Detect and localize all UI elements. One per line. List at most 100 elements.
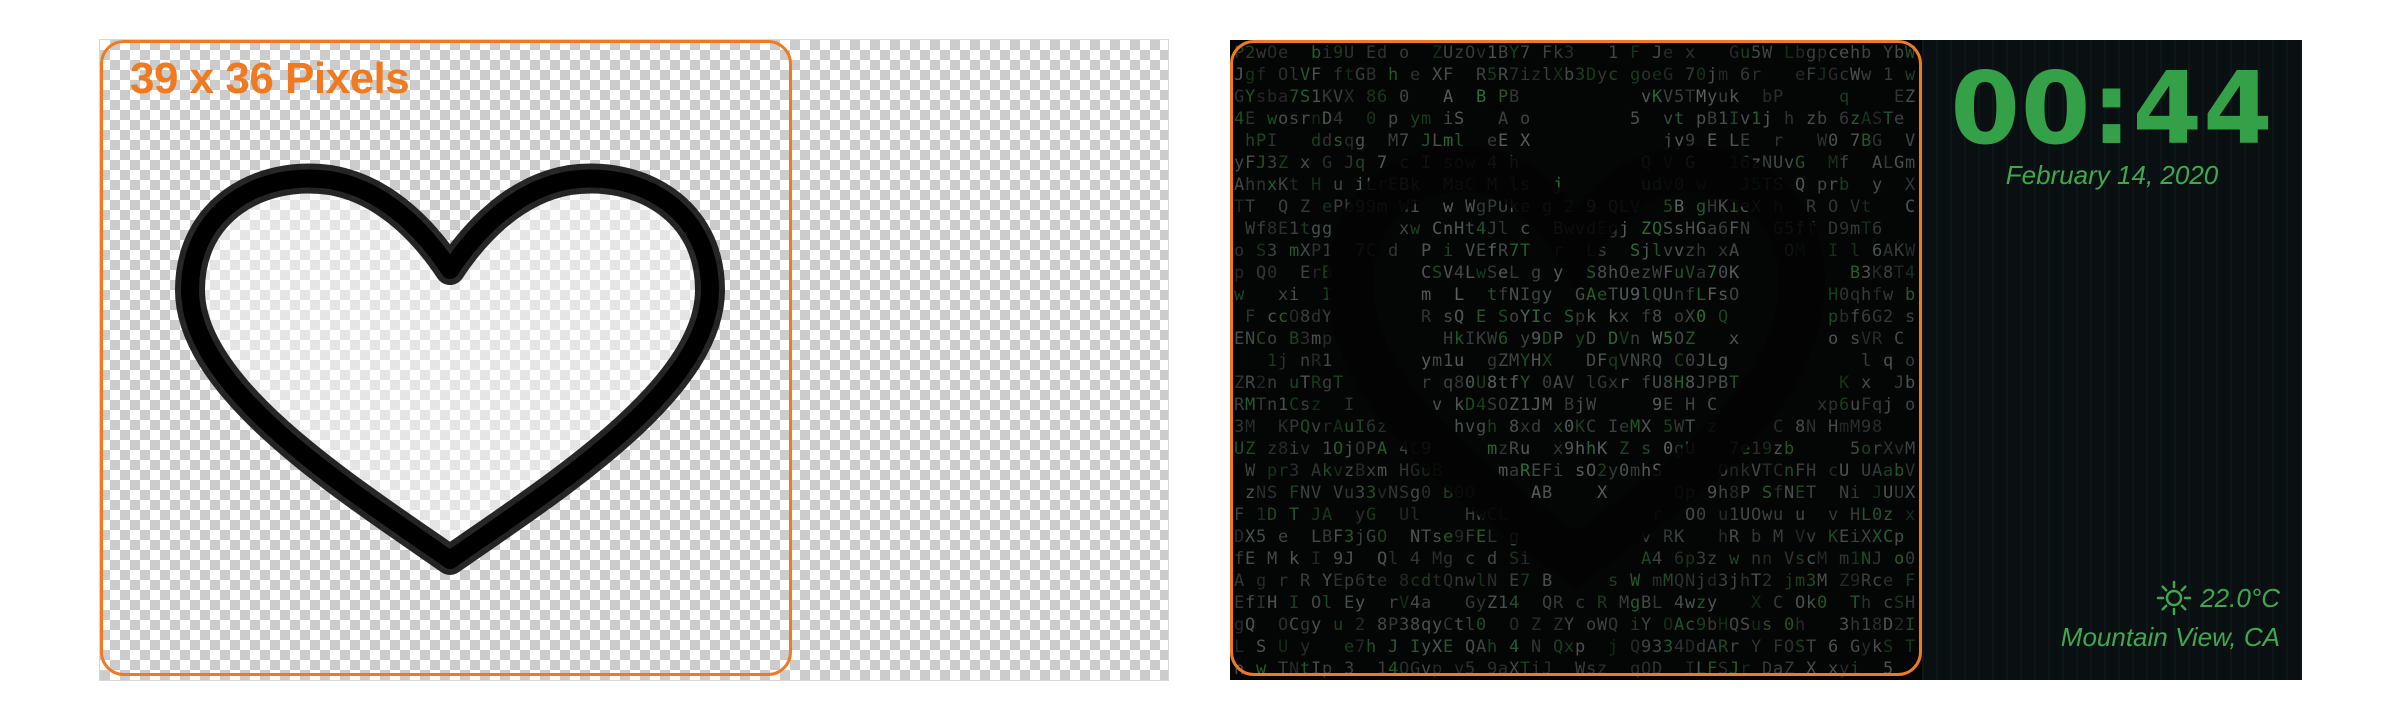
matrix-glyph: 6 xyxy=(1872,219,1882,239)
matrix-glyph: A xyxy=(1872,461,1882,481)
matrix-glyph: v xyxy=(1674,241,1684,261)
matrix-glyph: C xyxy=(1289,615,1299,635)
matrix-glyph: l xyxy=(1465,615,1475,635)
matrix-glyph: G xyxy=(1872,131,1882,151)
matrix-glyph: T xyxy=(1905,637,1915,657)
matrix-glyph: J xyxy=(1531,395,1541,415)
matrix-glyph: D xyxy=(1267,505,1277,525)
matrix-glyph: 4 xyxy=(1509,637,1519,657)
matrix-glyph: J xyxy=(1872,549,1882,569)
matrix-glyph: 7 xyxy=(1289,87,1299,107)
matrix-glyph: p xyxy=(1322,659,1332,679)
matrix-glyph: M xyxy=(1432,549,1442,569)
matrix-glyph: N xyxy=(1289,659,1299,679)
matrix-glyph: T xyxy=(1289,505,1299,525)
matrix-glyph: 0 xyxy=(1619,461,1629,481)
matrix-glyph: b xyxy=(1905,285,1915,305)
matrix-glyph: 3 xyxy=(1839,615,1849,635)
matrix-glyph: 4 xyxy=(1652,549,1662,569)
matrix-glyph: P xyxy=(1487,197,1497,217)
matrix-glyph: q xyxy=(1630,659,1640,679)
matrix-glyph: 0 xyxy=(1366,109,1376,129)
matrix-glyph: P xyxy=(1740,483,1750,503)
matrix-glyph: K xyxy=(1839,373,1850,393)
matrix-glyph: h xyxy=(1850,615,1860,635)
matrix-glyph: 1 xyxy=(1520,395,1530,415)
matrix-glyph: 1 xyxy=(1322,351,1332,371)
matrix-glyph: 8 xyxy=(1366,87,1376,107)
matrix-glyph: S xyxy=(1718,659,1728,679)
matrix-glyph: w xyxy=(1443,197,1454,217)
matrix-glyph: k xyxy=(1586,307,1596,327)
matrix-glyph: z xyxy=(1597,659,1607,679)
matrix-glyph: q xyxy=(1883,351,1893,371)
matrix-glyph: O xyxy=(1399,659,1409,679)
matrix-glyph: V xyxy=(1300,65,1310,85)
matrix-glyph: N xyxy=(1839,483,1849,503)
matrix-glyph: 2 xyxy=(1894,615,1904,635)
matrix-glyph: A xyxy=(1674,615,1684,635)
matrix-glyph: E xyxy=(1300,263,1310,283)
matrix-glyph: e xyxy=(1619,417,1629,437)
matrix-glyph: E xyxy=(1234,329,1244,349)
matrix-glyph: c xyxy=(1410,571,1420,591)
matrix-glyph: V xyxy=(1465,241,1475,261)
matrix-glyph: c xyxy=(1839,65,1849,85)
matrix-glyph: Y xyxy=(1509,43,1519,63)
matrix-glyph: F xyxy=(1333,527,1343,547)
matrix-glyph: v xyxy=(1421,659,1431,679)
matrix-glyph: f xyxy=(1245,593,1255,613)
matrix-glyph: 1 xyxy=(1850,549,1860,569)
matrix-glyph: V xyxy=(1399,593,1409,613)
matrix-glyph: m xyxy=(1421,285,1431,305)
matrix-glyph: C xyxy=(1256,329,1266,349)
matrix-glyph: F xyxy=(1729,219,1739,239)
matrix-glyph: O xyxy=(1267,43,1277,63)
matrix-glyph: v xyxy=(1300,439,1310,459)
matrix-glyph: i xyxy=(1443,241,1453,261)
matrix-glyph: h xyxy=(1861,285,1871,305)
matrix-glyph: G xyxy=(1366,527,1376,547)
matrix-glyph: J xyxy=(1388,637,1398,657)
matrix-glyph: q xyxy=(1872,395,1882,415)
matrix-glyph: y xyxy=(1520,329,1530,349)
matrix-glyph: P xyxy=(1707,373,1717,393)
matrix-glyph: 5 xyxy=(1256,527,1266,547)
matrix-glyph: S xyxy=(1630,241,1640,261)
matrix-glyph: w xyxy=(1256,659,1267,679)
matrix-glyph: F xyxy=(1630,43,1640,63)
matrix-glyph: Z xyxy=(1641,219,1651,239)
matrix-glyph: F xyxy=(1861,395,1871,415)
matrix-glyph: G xyxy=(1850,637,1860,657)
matrix-glyph: X xyxy=(1641,417,1652,437)
matrix-glyph: 3 xyxy=(1267,241,1277,261)
matrix-glyph: K xyxy=(1828,527,1839,547)
matrix-glyph: z xyxy=(1696,593,1706,613)
matrix-glyph: T xyxy=(1245,197,1255,217)
matrix-glyph: y xyxy=(1421,351,1431,371)
matrix-glyph: Q xyxy=(1652,285,1662,305)
matrix-glyph: h xyxy=(1454,417,1464,437)
matrix-glyph: 8 xyxy=(1597,263,1607,283)
matrix-glyph: o xyxy=(1267,329,1277,349)
matrix-glyph: i xyxy=(1289,439,1299,459)
matrix-glyph: 1 xyxy=(1322,439,1332,459)
matrix-glyph: 1 xyxy=(1278,395,1288,415)
matrix-glyph: Q xyxy=(1608,615,1618,635)
matrix-glyph: w xyxy=(1883,285,1894,305)
matrix-glyph: 3 xyxy=(1267,153,1277,173)
matrix-glyph: E xyxy=(1245,109,1255,129)
matrix-glyph: K xyxy=(1278,175,1289,195)
matrix-glyph: B xyxy=(1289,329,1299,349)
matrix-glyph: N xyxy=(1806,417,1816,437)
matrix-glyph: b xyxy=(1839,175,1849,195)
matrix-glyph: 1 xyxy=(1751,109,1761,129)
matrix-glyph: 6 xyxy=(1366,417,1376,437)
matrix-glyph: M xyxy=(1388,131,1398,151)
matrix-glyph: 0 xyxy=(1872,505,1882,525)
matrix-glyph: y xyxy=(1355,593,1365,613)
matrix-glyph: T xyxy=(1520,659,1530,679)
matrix-glyph: Z xyxy=(1509,395,1519,415)
matrix-glyph: G xyxy=(1894,153,1904,173)
matrix-glyph: 9 xyxy=(1839,219,1849,239)
